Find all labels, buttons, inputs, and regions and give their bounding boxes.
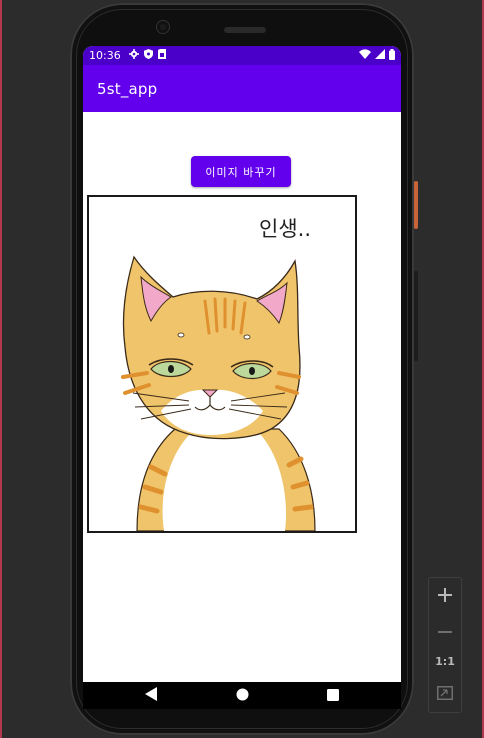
app-bar: 5st_app <box>83 65 401 112</box>
back-icon <box>145 686 157 705</box>
change-image-button[interactable]: 이미지 바꾸기 <box>191 156 291 187</box>
sim-icon <box>157 49 166 62</box>
gear-icon <box>128 49 139 62</box>
cat-illustration <box>121 255 316 531</box>
signal-icon <box>375 49 385 62</box>
home-icon <box>236 686 249 705</box>
actual-size-label: 1:1 <box>435 654 455 668</box>
battery-icon <box>389 48 395 63</box>
cat-image: 인생.. <box>87 195 357 533</box>
fit-screen-button[interactable] <box>429 678 461 710</box>
status-icons-left <box>128 49 166 62</box>
device-screen: 10:36 5st_app 이미지 바꾸기 인생.. <box>83 46 401 709</box>
app-title: 5st_app <box>97 79 158 98</box>
status-icons-right <box>359 48 395 63</box>
status-bar: 10:36 <box>83 46 401 65</box>
zoom-out-icon <box>438 619 452 638</box>
main-content: 이미지 바꾸기 인생.. <box>83 112 401 682</box>
zoom-in-icon <box>438 587 452 606</box>
phone-device-frame: 10:36 5st_app 이미지 바꾸기 인생.. <box>70 3 418 735</box>
image-caption: 인생.. <box>259 217 311 241</box>
zoom-in-button[interactable] <box>429 580 461 612</box>
home-button[interactable] <box>222 682 262 709</box>
fit-screen-icon <box>437 685 453 704</box>
shield-icon <box>143 49 153 62</box>
window-edge-left <box>0 0 2 738</box>
wifi-icon <box>359 49 371 62</box>
emulator-window: 10:36 5st_app 이미지 바꾸기 인생.. 1:1 <box>0 0 484 738</box>
actual-size-button[interactable]: 1:1 <box>429 645 461 677</box>
status-time: 10:36 <box>89 49 121 62</box>
power-button[interactable] <box>414 181 418 229</box>
earpiece-speaker <box>224 27 266 33</box>
emulator-zoom-toolbar: 1:1 <box>428 577 462 713</box>
back-button[interactable] <box>131 682 171 709</box>
volume-rocker[interactable] <box>414 271 418 361</box>
navigation-bar <box>83 682 401 709</box>
recents-icon <box>327 686 339 705</box>
front-camera <box>157 21 169 33</box>
recents-button[interactable] <box>313 682 353 709</box>
zoom-out-button[interactable] <box>429 612 461 644</box>
